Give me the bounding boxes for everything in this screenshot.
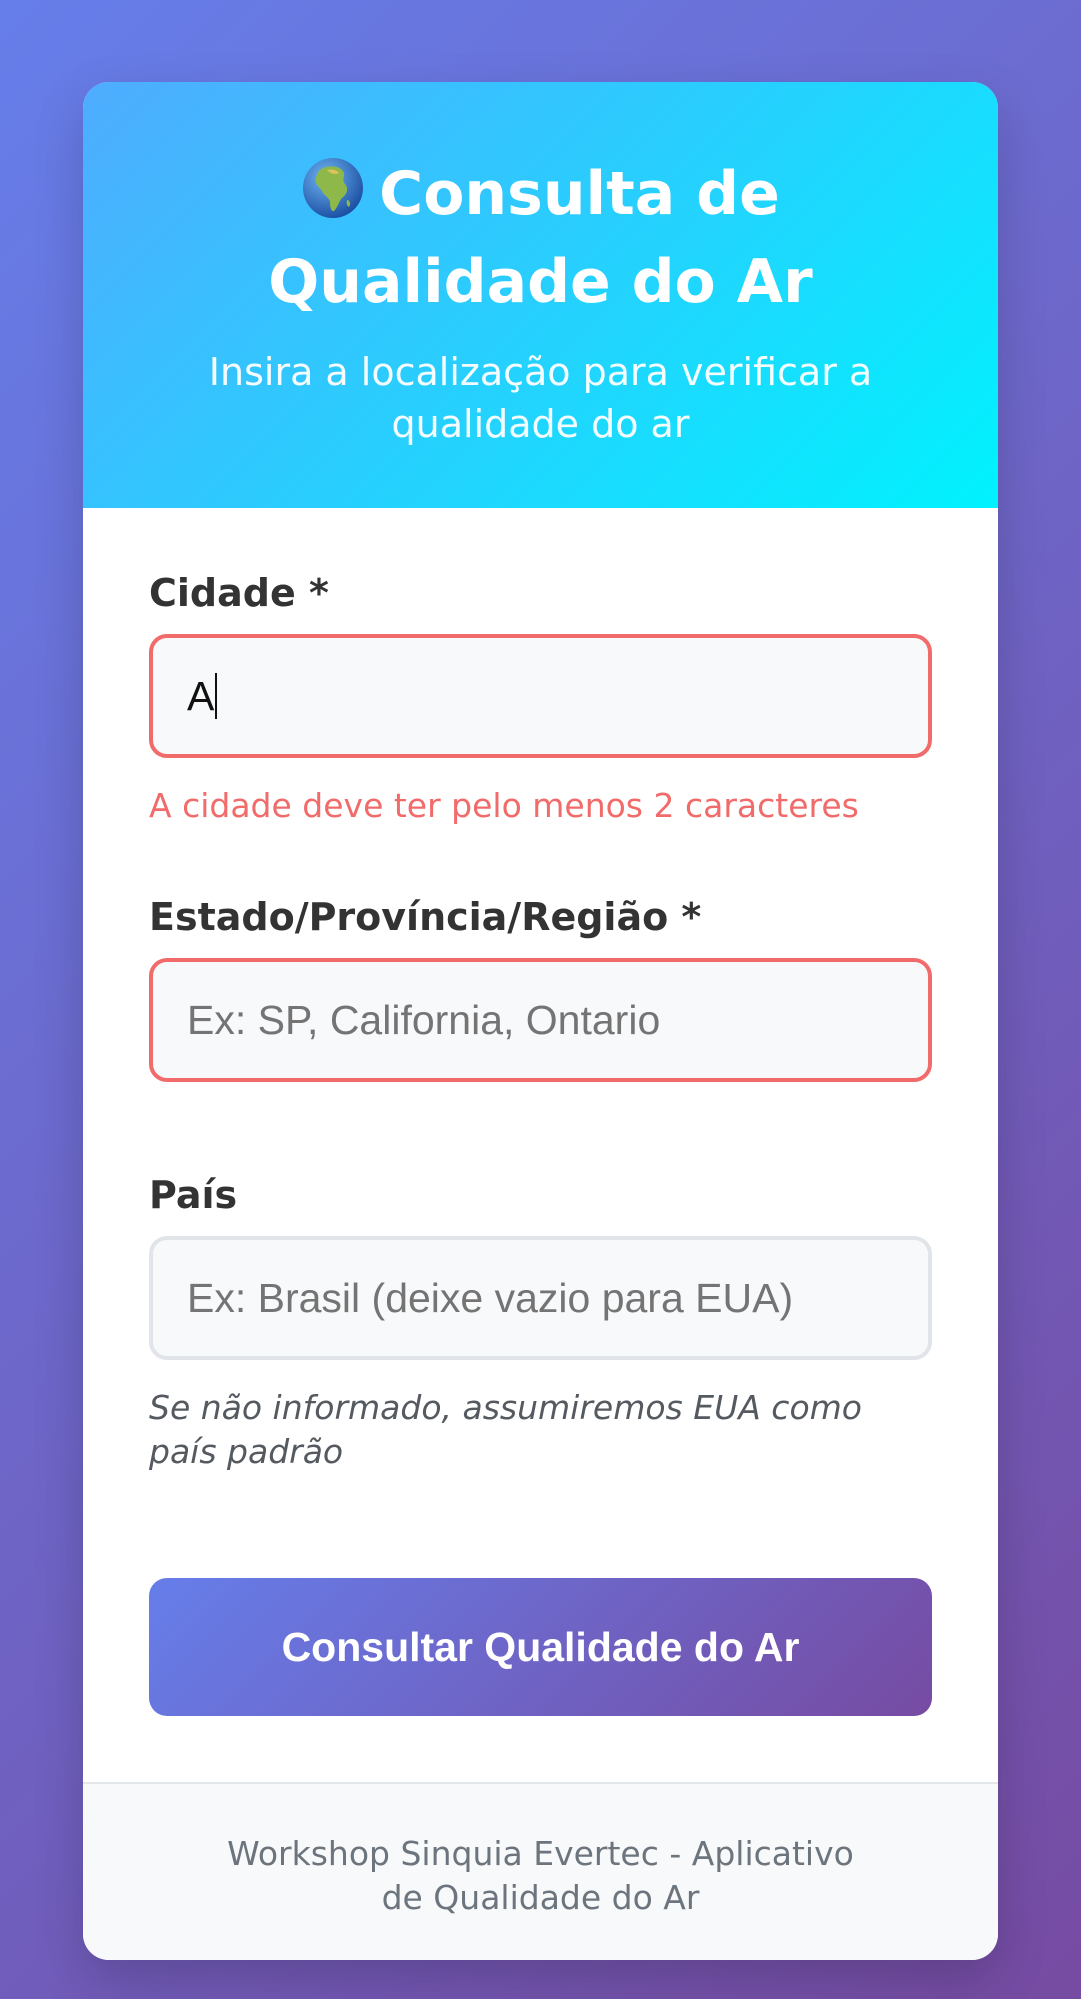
header: Consulta de Qualidade do Ar Insira a loc… [83, 82, 998, 508]
country-input[interactable]: Ex: Brasil (deixe vazio para EUA) [149, 1236, 932, 1360]
city-input[interactable]: A [149, 634, 932, 758]
city-error-message: A cidade deve ter pelo menos 2 caractere… [149, 786, 859, 825]
city-group: Cidade * A A cidade deve ter pelo menos … [149, 570, 932, 826]
country-input-placeholder: Ex: Brasil (deixe vazio para EUA) [187, 1274, 794, 1321]
page-title: Consulta de Qualidade do Ar [83, 150, 998, 326]
page-subtitle: Insira a localização para verificar a qu… [208, 350, 873, 446]
state-group: Estado/Província/Região * Ex: SP, Califo… [149, 894, 932, 1082]
state-input-placeholder: Ex: SP, California, Ontario [187, 996, 661, 1043]
country-hint: Se não informado, assumiremos EUA como p… [149, 1388, 862, 1471]
globe-africa-icon [303, 158, 364, 218]
submit-button[interactable]: Consultar Qualidade do Ar [149, 1578, 932, 1716]
city-input-value: A [187, 672, 215, 719]
state-input[interactable]: Ex: SP, California, Ontario [149, 958, 932, 1082]
text-caret [215, 673, 218, 719]
country-label: País [149, 1173, 238, 1217]
state-label: Estado/Província/Região * [149, 895, 702, 939]
city-label: Cidade * [149, 571, 329, 615]
form-card: Consulta de Qualidade do Ar Insira a loc… [83, 82, 998, 1960]
footer: Workshop Sinquia Evertec - Aplicativo de… [83, 1782, 998, 1960]
location-form: Cidade * A A cidade deve ter pelo menos … [83, 508, 998, 1716]
country-group: País Ex: Brasil (deixe vazio para EUA) S… [149, 1172, 932, 1474]
footer-text: Workshop Sinquia Evertec - Aplicativo de… [227, 1834, 854, 1917]
